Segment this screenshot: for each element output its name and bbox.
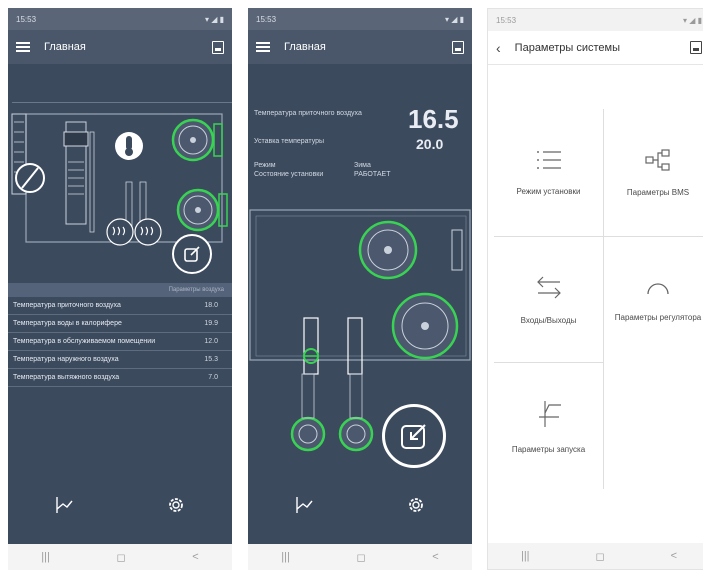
row-label: Температура вытяжного воздуха [13,374,120,381]
recent-apps-button[interactable]: ||| [521,550,530,562]
start-icon [538,400,561,427]
app-bar: Главная [248,30,472,64]
page-title: Главная [284,41,326,53]
table-row: Температура в обслуживаемом помещении 12.… [8,333,232,351]
menu-icon[interactable] [256,42,270,52]
app-bar: Главная [8,30,232,64]
gear-icon[interactable] [406,495,426,515]
gear-icon[interactable] [166,495,186,515]
app-bar: ‹ Параметры системы [488,31,703,65]
bottom-action-bar [8,480,232,530]
table-row: Температура воды в калорифере 19.9 [8,315,232,333]
system-nav-bar: ||| ◻ < [248,544,472,570]
row-value: 19.9 [204,320,218,327]
setpoint-value: 20.0 [416,136,444,152]
empty-cell [603,362,703,489]
save-icon[interactable] [212,40,224,54]
arrows-icon [536,276,561,299]
chart-icon[interactable] [294,495,314,515]
mode-label: Режим [254,162,276,169]
status-icons: ▾ ◢ ▮ [204,14,224,24]
table-row: Температура вытяжного воздуха 7.0 [8,369,232,387]
home-button[interactable]: ◻ [356,551,365,564]
back-arrow-icon[interactable]: ‹ [496,40,501,56]
system-nav-bar: ||| ◻ < [8,544,232,570]
status-time: 15:53 [496,15,517,25]
shrink-square-icon [401,424,426,449]
row-label: Температура в обслуживаемом помещении [13,338,156,345]
chart-icon[interactable] [54,495,74,515]
save-icon[interactable] [452,40,464,54]
home-button[interactable]: ◻ [595,550,604,563]
collapse-scheme-button[interactable] [382,404,446,468]
row-label: Температура воды в калорифере [13,320,122,327]
settings-item-startup[interactable]: Параметры запуска [494,362,603,489]
row-value: 18.0 [204,302,218,309]
supply-temp-label: Температура приточного воздуха [254,110,362,117]
parameters-table: Параметры воздуха Температура приточного… [8,283,232,387]
back-button[interactable]: < [671,550,677,562]
page-title: Параметры системы [514,41,621,54]
status-bar: 15:53 ▾ ◢ ▮ [8,8,232,30]
settings-item-label: Параметры регулятора [614,312,702,322]
ventilation-scheme [11,102,232,246]
settings-item-label: Параметры запуска [511,444,586,454]
settings-item-controller[interactable]: Параметры регулятора [603,235,703,363]
table-header: Параметры воздуха [8,283,232,297]
phone-system-parameters: 15:53 ▾ ◢ ▮ ‹ Параметры системы Режим ус… [487,8,703,570]
edit-square-icon [184,246,200,262]
setpoint-label: Уставка температуры [254,138,325,145]
season-value: Зима [354,162,371,169]
table-row: Температура приточного воздуха 18.0 [8,297,232,315]
system-nav-bar: ||| ◻ < [488,543,703,569]
row-value: 15.3 [204,356,218,363]
list-icon [536,151,561,169]
status-icons: ▾ ◢ ▮ [444,14,464,24]
back-button[interactable]: < [192,551,198,563]
row-label: Температура приточного воздуха [13,302,121,309]
home-button[interactable]: ◻ [116,551,125,564]
status-bar: 15:53 ▾ ◢ ▮ [488,9,703,31]
back-button[interactable]: < [432,551,438,563]
bottom-action-bar [248,480,472,530]
settings-item-label: Параметры BMS [626,187,690,197]
status-time: 15:53 [16,14,37,24]
status-bar: 15:53 ▾ ◢ ▮ [248,8,472,30]
menu-icon[interactable] [16,42,30,52]
recent-apps-button[interactable]: ||| [41,551,50,563]
expand-scheme-button[interactable] [172,234,212,274]
row-value: 7.0 [208,374,218,381]
settings-item-unit-mode[interactable]: Режим установки [494,109,603,236]
gauge-icon [647,283,669,295]
status-time: 15:53 [256,14,277,24]
settings-grid: Режим установки Параметры BMS Входы/Выхо… [494,109,703,489]
state-value: РАБОТАЕТ [354,171,391,178]
recent-apps-button[interactable]: ||| [281,551,290,563]
supply-temp-value: 16.5 [408,104,459,134]
settings-item-label: Входы/Выходы [520,315,577,325]
save-icon[interactable] [690,41,702,54]
state-label: Состояние установки [254,171,324,178]
row-label: Температура наружного воздуха [13,356,119,363]
phone-main-screen: 15:53 ▾ ◢ ▮ Главная Параметры воздуха Те… [8,8,232,570]
settings-item-io[interactable]: Входы/Выходы [494,235,603,363]
settings-item-bms[interactable]: Параметры BMS [603,109,703,236]
status-icons: ▾ ◢ ▮ [682,15,702,25]
phone-main-screen-readings: 15:53 ▾ ◢ ▮ Главная Температура приточно… [248,8,472,570]
settings-item-label: Режим установки [516,186,581,196]
row-value: 12.0 [204,338,218,345]
network-icon [645,149,670,171]
page-title: Главная [44,41,86,53]
table-row: Температура наружного воздуха 15.3 [8,351,232,369]
